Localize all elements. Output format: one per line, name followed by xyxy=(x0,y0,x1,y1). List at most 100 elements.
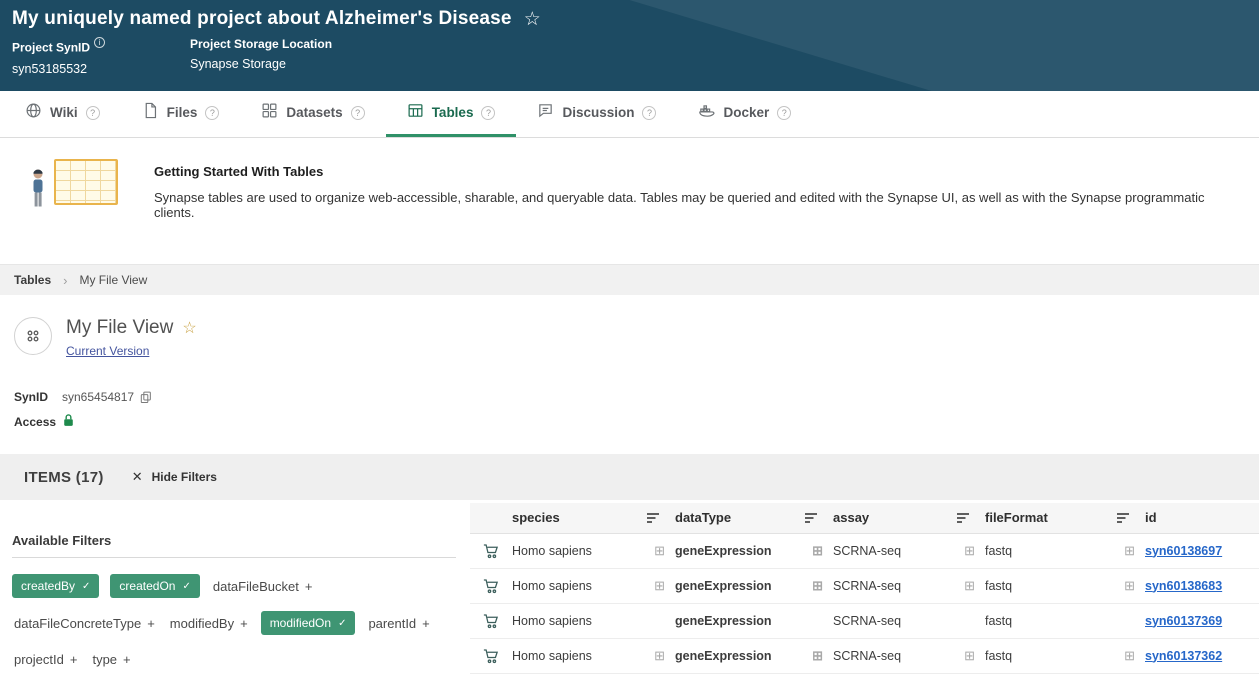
expand-cell-icon[interactable]: ⊞ xyxy=(654,649,665,662)
filter-add-modifiedBy[interactable]: modifiedBy+ xyxy=(168,612,250,635)
filter-chip-createdBy[interactable]: createdBy✓ xyxy=(12,574,99,598)
synid-label: SynID xyxy=(14,390,62,404)
filter-chip-modifiedOn[interactable]: modifiedOn✓ xyxy=(261,611,356,635)
cell-assay: SCRNA-seq xyxy=(833,579,901,593)
filter-add-dataFileConcreteType[interactable]: dataFileConcreteType+ xyxy=(12,612,157,635)
filter-add-parentId[interactable]: parentId+ xyxy=(366,612,431,635)
tab-discussion[interactable]: Discussion ? xyxy=(516,91,677,137)
items-count-title: ITEMS (17) xyxy=(24,469,104,486)
cell-dataType: geneExpression xyxy=(675,614,772,628)
current-version-link[interactable]: Current Version xyxy=(66,344,149,358)
cell-species: Homo sapiens xyxy=(512,614,592,628)
column-header-dataType[interactable]: dataType xyxy=(675,503,833,533)
hide-filters-button[interactable]: ✕ Hide Filters xyxy=(132,469,217,485)
entity-id-link[interactable]: syn60137362 xyxy=(1145,649,1222,663)
expand-cell-icon[interactable]: ⊞ xyxy=(1124,649,1135,662)
expand-cell-icon[interactable]: ⊞ xyxy=(654,579,665,592)
check-icon: ✓ xyxy=(338,618,346,629)
sort-icon[interactable] xyxy=(956,512,971,524)
favorite-star-icon[interactable]: ☆ xyxy=(524,10,541,29)
filter-add-type[interactable]: type+ xyxy=(90,648,132,671)
breadcrumb-tables-link[interactable]: Tables xyxy=(14,273,51,287)
cell-species: Homo sapiens xyxy=(512,579,592,593)
expand-cell-icon[interactable]: ⊞ xyxy=(964,544,975,557)
info-icon[interactable]: i xyxy=(94,37,105,48)
expand-cell-icon[interactable]: ⊞ xyxy=(964,579,975,592)
hide-filters-label: Hide Filters xyxy=(152,470,217,484)
discussion-icon xyxy=(537,102,554,124)
chevron-right-icon: › xyxy=(63,273,67,288)
tab-tables-label: Tables xyxy=(432,105,474,120)
expand-cell-icon[interactable]: ⊞ xyxy=(1124,579,1135,592)
help-icon[interactable]: ? xyxy=(481,106,495,120)
person-graphic xyxy=(30,168,46,215)
cell-species: Homo sapiens xyxy=(512,649,592,663)
help-icon[interactable]: ? xyxy=(642,106,656,120)
copy-icon[interactable] xyxy=(140,391,152,404)
entity-favorite-star-icon[interactable]: ☆ xyxy=(182,318,196,338)
cell-assay: SCRNA-seq xyxy=(833,544,901,558)
add-to-cart-icon[interactable] xyxy=(470,647,512,665)
getting-started-section: Getting Started With Tables Synapse tabl… xyxy=(0,138,1259,264)
sort-icon[interactable] xyxy=(1116,512,1131,524)
tab-discussion-label: Discussion xyxy=(562,105,634,120)
help-icon[interactable]: ? xyxy=(351,106,365,120)
plus-icon: + xyxy=(123,652,131,667)
getting-started-title: Getting Started With Tables xyxy=(154,164,1229,179)
project-synid-label: Project SynID xyxy=(12,40,90,54)
expand-cell-icon[interactable]: ⊞ xyxy=(812,544,823,557)
entity-header: My File View ☆ Current Version SynID syn… xyxy=(0,295,1259,430)
expand-cell-icon[interactable]: ⊞ xyxy=(654,544,665,557)
storage-location-label: Project Storage Location xyxy=(190,37,332,51)
plus-icon: + xyxy=(147,616,155,631)
globe-icon xyxy=(25,102,42,124)
expand-cell-icon[interactable]: ⊞ xyxy=(964,649,975,662)
cart-column-header xyxy=(470,503,512,533)
add-to-cart-icon[interactable] xyxy=(470,542,512,560)
column-header-id[interactable]: id xyxy=(1145,503,1259,533)
cell-assay: SCRNA-seq xyxy=(833,614,901,628)
tables-illustration xyxy=(30,157,118,215)
file-icon xyxy=(142,102,159,124)
help-icon[interactable]: ? xyxy=(86,106,100,120)
project-synid-block: Project SynIDi syn53185532 xyxy=(12,37,190,76)
project-title: My uniquely named project about Alzheime… xyxy=(12,8,512,30)
project-tabbar: Wiki ? Files ? Datasets ? Tables ? Discu… xyxy=(0,91,1259,138)
column-header-assay[interactable]: assay xyxy=(833,503,985,533)
tab-files[interactable]: Files ? xyxy=(121,91,241,137)
lock-icon[interactable] xyxy=(62,413,75,430)
check-icon: ✓ xyxy=(182,581,190,592)
project-header: My uniquely named project about Alzheime… xyxy=(0,0,1259,91)
tab-datasets[interactable]: Datasets ? xyxy=(240,91,385,137)
filters-panel: Available Filters createdBy✓ createdOn✓ … xyxy=(0,500,470,674)
entity-id-link[interactable]: syn60138683 xyxy=(1145,579,1222,593)
items-bar: ITEMS (17) ✕ Hide Filters xyxy=(0,454,1259,500)
expand-cell-icon[interactable]: ⊞ xyxy=(812,649,823,662)
expand-cell-icon[interactable]: ⊞ xyxy=(812,579,823,592)
tab-tables[interactable]: Tables ? xyxy=(386,91,517,137)
help-icon[interactable]: ? xyxy=(777,106,791,120)
sort-icon[interactable] xyxy=(804,512,819,524)
tab-docker[interactable]: Docker ? xyxy=(677,91,812,137)
filter-add-projectId[interactable]: projectId+ xyxy=(12,648,79,671)
storage-location-value: Synapse Storage xyxy=(190,57,332,71)
expand-cell-icon[interactable]: ⊞ xyxy=(1124,544,1135,557)
filter-add-dataFileBucket[interactable]: dataFileBucket+ xyxy=(211,575,315,598)
available-filters-heading: Available Filters xyxy=(12,533,456,558)
add-to-cart-icon[interactable] xyxy=(470,577,512,595)
tab-wiki[interactable]: Wiki ? xyxy=(4,91,121,137)
cell-fileFormat: fastq xyxy=(985,614,1012,628)
filter-chip-createdOn[interactable]: createdOn✓ xyxy=(110,574,199,598)
datasets-grid-icon xyxy=(261,102,278,124)
cell-fileFormat: fastq xyxy=(985,649,1012,663)
entity-id-link[interactable]: syn60138697 xyxy=(1145,544,1222,558)
entity-id-link[interactable]: syn60137369 xyxy=(1145,614,1222,628)
column-header-species[interactable]: species xyxy=(512,503,675,533)
plus-icon: + xyxy=(70,652,78,667)
add-to-cart-icon[interactable] xyxy=(470,612,512,630)
column-header-fileFormat[interactable]: fileFormat xyxy=(985,503,1145,533)
docker-icon xyxy=(698,102,715,124)
sort-icon[interactable] xyxy=(646,512,661,524)
help-icon[interactable]: ? xyxy=(205,106,219,120)
tab-wiki-label: Wiki xyxy=(50,105,78,120)
